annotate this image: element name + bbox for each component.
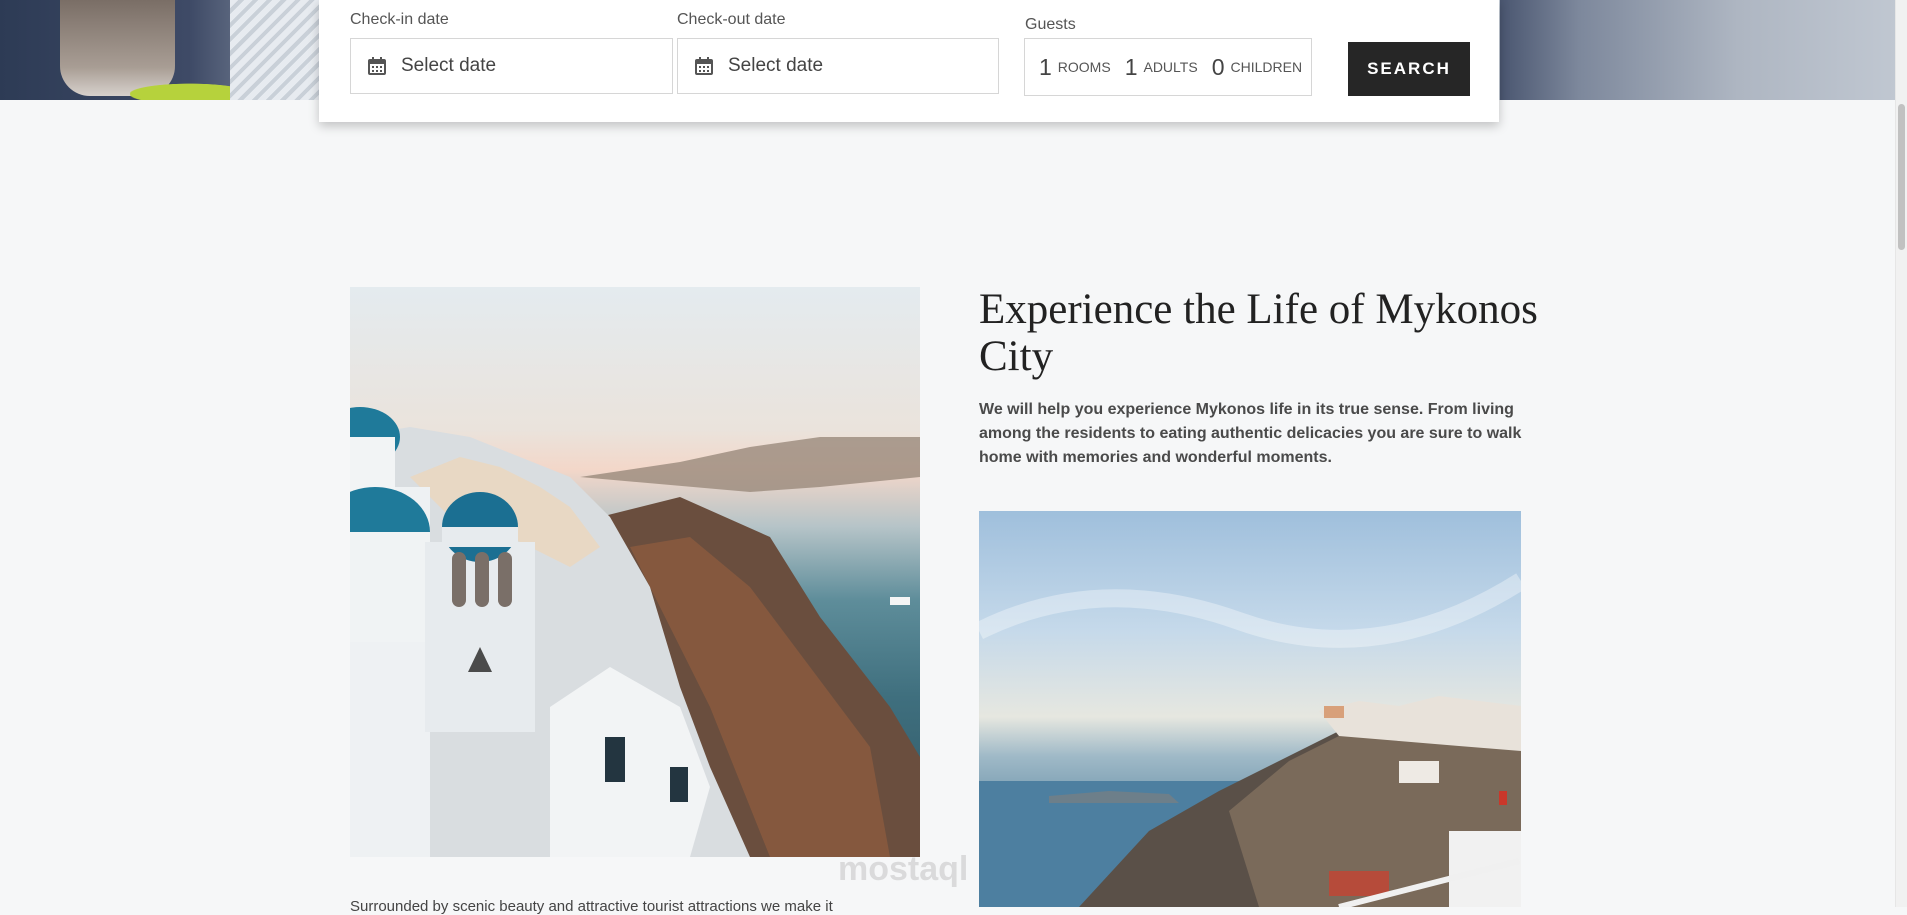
checkin-date-value: Select date: [401, 55, 497, 76]
village-coast-image: [350, 287, 920, 857]
hero-wicker-chair: [230, 0, 320, 100]
children-label: CHILDREN: [1230, 59, 1303, 75]
watermark-logo: mostaql: [838, 850, 969, 888]
calendar-icon: [694, 56, 714, 76]
scrollbar-thumb[interactable]: [1898, 104, 1905, 250]
calendar-icon: [367, 56, 387, 76]
guests-selector[interactable]: 1 ROOMS 1 ADULTS 0 CHILDREN: [1024, 38, 1312, 96]
checkin-date-field[interactable]: Select date: [350, 38, 673, 94]
hero-wall: [1500, 0, 1896, 100]
booking-bar: Check-in date Select date Check-out date: [319, 0, 1499, 122]
adults-label: ADULTS: [1143, 59, 1198, 75]
coastal-cliff-image: [979, 511, 1521, 907]
checkout-date-value: Select date: [728, 55, 824, 76]
guests-label: Guests: [1025, 16, 1076, 33]
section-heading: Experience the Life of Mykonos City: [979, 286, 1538, 380]
checkout-label: Check-out date: [677, 11, 786, 28]
section-description: We will help you experience Mykonos life…: [979, 401, 1522, 466]
rooms-count: 1: [1039, 53, 1052, 80]
children-count: 0: [1211, 53, 1225, 80]
checkout-date-field[interactable]: Select date: [677, 38, 999, 94]
adults-count: 1: [1124, 53, 1138, 80]
search-button[interactable]: SEARCH: [1348, 42, 1470, 96]
checkin-label: Check-in date: [350, 11, 449, 28]
page-scrollbar[interactable]: [1895, 0, 1907, 907]
rooms-label: ROOMS: [1057, 59, 1111, 75]
